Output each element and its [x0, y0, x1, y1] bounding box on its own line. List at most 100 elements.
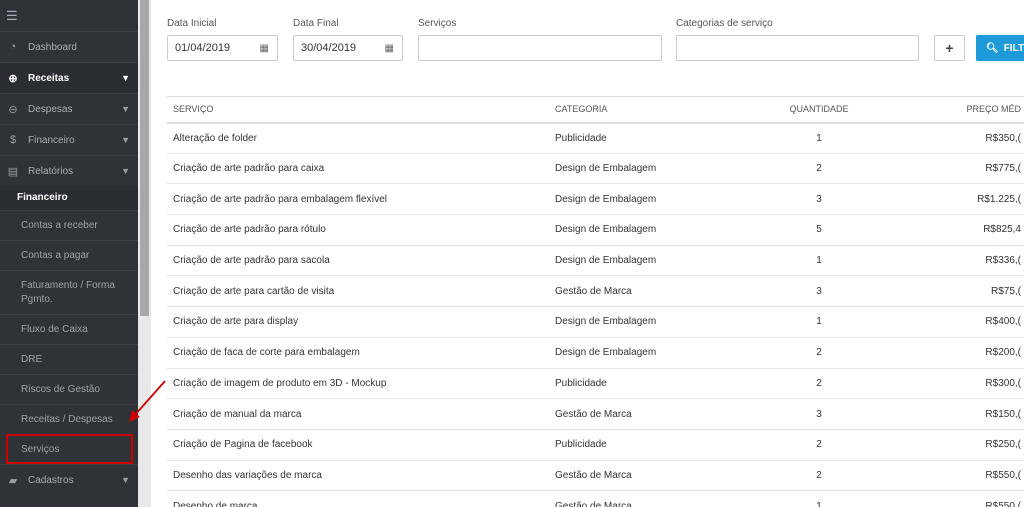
- cell-preco-medio: R$775,(: [894, 153, 1024, 185]
- table-row[interactable]: Desenho das variações de marca Gestão de …: [167, 460, 1024, 492]
- submenu-item-fluxo-caixa[interactable]: Fluxo de Caixa: [0, 314, 138, 344]
- sidebar-item-cadastros[interactable]: ▰ Cadastros ▼: [0, 464, 138, 495]
- scrollbar-thumb[interactable]: [140, 0, 149, 316]
- cell-categoria: Gestão de Marca: [549, 490, 744, 507]
- cell-quantidade: 1: [744, 490, 894, 507]
- table-row[interactable]: Criação de faca de corte para embalagem D…: [167, 337, 1024, 369]
- cell-servico: Desenho de marca: [167, 490, 549, 507]
- filter-button-label: FILTI: [1003, 42, 1024, 54]
- sidebar: ☰ ◔ Dashboard ⊕ Receitas ▼ ⊖ Despesas ▼ …: [0, 0, 138, 507]
- cell-servico: Criação de imagem de produto em 3D - Moc…: [167, 368, 549, 400]
- sidebar-item-label: Receitas: [28, 72, 70, 84]
- table-body: Alteração de folder Publicidade 1 R$350,(Cr…: [167, 122, 1024, 507]
- table-row[interactable]: Criação de arte padrão para caixa Design …: [167, 153, 1024, 185]
- cell-servico: Criação de manual da marca: [167, 398, 549, 430]
- submenu-title: Financeiro: [0, 186, 138, 210]
- table-row[interactable]: Criação de imagem de produto em 3D - Moc…: [167, 368, 1024, 400]
- sidebar-item-label: Financeiro: [28, 134, 75, 146]
- table-row[interactable]: Criação de manual da marca Gestão de Marc…: [167, 398, 1024, 430]
- chevron-down-icon: ▼: [121, 104, 130, 114]
- cell-preco-medio: R$550,(: [894, 490, 1024, 507]
- cell-quantidade: 3: [744, 398, 894, 430]
- table-row[interactable]: Criação de arte padrão para sacola Design…: [167, 245, 1024, 277]
- submenu-item-riscos-gestao[interactable]: Riscos de Gestão: [0, 374, 138, 404]
- table-row[interactable]: Alteração de folder Publicidade 1 R$350,(: [167, 122, 1024, 154]
- cell-quantidade: 2: [744, 429, 894, 461]
- cell-quantidade: 2: [744, 337, 894, 369]
- table-row[interactable]: Criação de Pagina de facebook Publicidade…: [167, 429, 1024, 461]
- cell-preco-medio: R$250,(: [894, 429, 1024, 461]
- services-input[interactable]: [418, 35, 662, 61]
- submenu-item-contas-receber[interactable]: Contas a receber: [0, 210, 138, 240]
- cell-servico: Criação de arte padrão para embalagem fl…: [167, 183, 549, 216]
- column-header-servico[interactable]: SERVIÇO: [167, 96, 549, 124]
- menu-toggle-icon[interactable]: ☰: [0, 0, 138, 31]
- table-header-row: SERVIÇO CATEGORIA QUANTIDADE PREÇO MÉD: [167, 96, 1024, 124]
- sidebar-item-despesas[interactable]: ⊖ Despesas ▼: [0, 93, 138, 124]
- cell-quantidade: 1: [744, 245, 894, 277]
- cell-categoria: Publicidade: [549, 122, 744, 154]
- dashboard-icon: ◔: [9, 41, 17, 53]
- plus-circle-icon: ⊕: [8, 72, 18, 85]
- table-row[interactable]: Criação de arte para cartão de visita Ges…: [167, 275, 1024, 308]
- cell-categoria: Gestão de Marca: [549, 398, 744, 430]
- cell-categoria: Design de Embalagem: [549, 214, 744, 246]
- date-end-value: 30/04/2019: [301, 42, 357, 54]
- sidebar-item-relatorios[interactable]: ▤ Relatórios ▼: [0, 155, 138, 186]
- cell-preco-medio: R$150,(: [894, 398, 1024, 430]
- cell-quantidade: 5: [744, 214, 894, 246]
- date-start-label: Data Inicial: [167, 18, 217, 29]
- submenu-item-dre[interactable]: DRE: [0, 344, 138, 374]
- column-header-quantidade[interactable]: QUANTIDADE: [744, 96, 894, 124]
- cell-servico: Criação de Pagina de facebook: [167, 429, 549, 461]
- table-row[interactable]: Criação de arte para display Design de Em…: [167, 306, 1024, 338]
- date-start-input[interactable]: 01/04/2019 ▦: [167, 35, 278, 61]
- sidebar-item-label: Relatórios: [28, 165, 74, 177]
- add-button[interactable]: +: [934, 35, 965, 61]
- cell-categoria: Design de Embalagem: [549, 153, 744, 185]
- date-end-label: Data Final: [293, 18, 339, 29]
- table-row[interactable]: Criação de arte padrão para rótulo Design…: [167, 214, 1024, 246]
- cell-preco-medio: R$350,(: [894, 122, 1024, 154]
- sidebar-item-dashboard[interactable]: ◔ Dashboard: [0, 31, 138, 62]
- sidebar-item-financeiro[interactable]: $ Financeiro ▼: [0, 124, 138, 155]
- submenu-item-faturamento[interactable]: Faturamento / Forma Pgmto.: [0, 270, 138, 314]
- submenu-item-receitas-despesas[interactable]: Receitas / Despesas: [0, 404, 138, 434]
- chevron-down-icon: ▼: [121, 166, 130, 176]
- calendar-icon[interactable]: ▦: [385, 43, 394, 54]
- table-row[interactable]: Criação de arte padrão para embalagem fl…: [167, 183, 1024, 216]
- search-icon: 🔍︎: [986, 42, 999, 54]
- categories-input[interactable]: [676, 35, 919, 61]
- submenu-item-contas-pagar[interactable]: Contas a pagar: [0, 240, 138, 270]
- submenu-item-servicos[interactable]: Serviços: [6, 434, 133, 464]
- cell-categoria: Design de Embalagem: [549, 306, 744, 338]
- cell-preco-medio: R$300,(: [894, 368, 1024, 400]
- categories-label: Categorias de serviço: [676, 18, 773, 29]
- cell-quantidade: 2: [744, 368, 894, 400]
- cell-preco-medio: R$1.225,(: [894, 183, 1024, 216]
- cell-servico: Criação de arte para display: [167, 306, 549, 338]
- cell-quantidade: 1: [744, 122, 894, 154]
- sidebar-item-receitas[interactable]: ⊕ Receitas ▼: [0, 62, 138, 93]
- services-label: Serviços: [418, 18, 457, 29]
- date-end-input[interactable]: 30/04/2019 ▦: [293, 35, 403, 61]
- column-header-categoria[interactable]: CATEGORIA: [549, 96, 744, 124]
- calendar-icon[interactable]: ▦: [260, 43, 269, 54]
- filter-button[interactable]: 🔍︎ FILTI: [976, 35, 1024, 61]
- cell-servico: Criação de arte padrão para caixa: [167, 153, 549, 185]
- cell-categoria: Publicidade: [549, 368, 744, 400]
- table-row[interactable]: Desenho de marca Gestão de Marca 1 R$550,(: [167, 490, 1024, 507]
- column-header-preco-medio[interactable]: PREÇO MÉD: [894, 96, 1024, 124]
- cell-categoria: Gestão de Marca: [549, 275, 744, 308]
- cell-categoria: Design de Embalagem: [549, 183, 744, 216]
- folder-icon: ▰: [8, 474, 18, 487]
- cell-categoria: Design de Embalagem: [549, 337, 744, 369]
- main-content: Data Inicial 01/04/2019 ▦ Data Final 30/…: [151, 0, 1024, 507]
- cell-preco-medio: R$400,(: [894, 306, 1024, 338]
- cell-servico: Criação de faca de corte para embalagem: [167, 337, 549, 369]
- services-table: SERVIÇO CATEGORIA QUANTIDADE PREÇO MÉD A…: [167, 96, 1024, 507]
- cell-quantidade: 2: [744, 153, 894, 185]
- cell-servico: Criação de arte padrão para rótulo: [167, 214, 549, 246]
- cell-categoria: Gestão de Marca: [549, 460, 744, 492]
- sidebar-item-label: Despesas: [28, 103, 73, 115]
